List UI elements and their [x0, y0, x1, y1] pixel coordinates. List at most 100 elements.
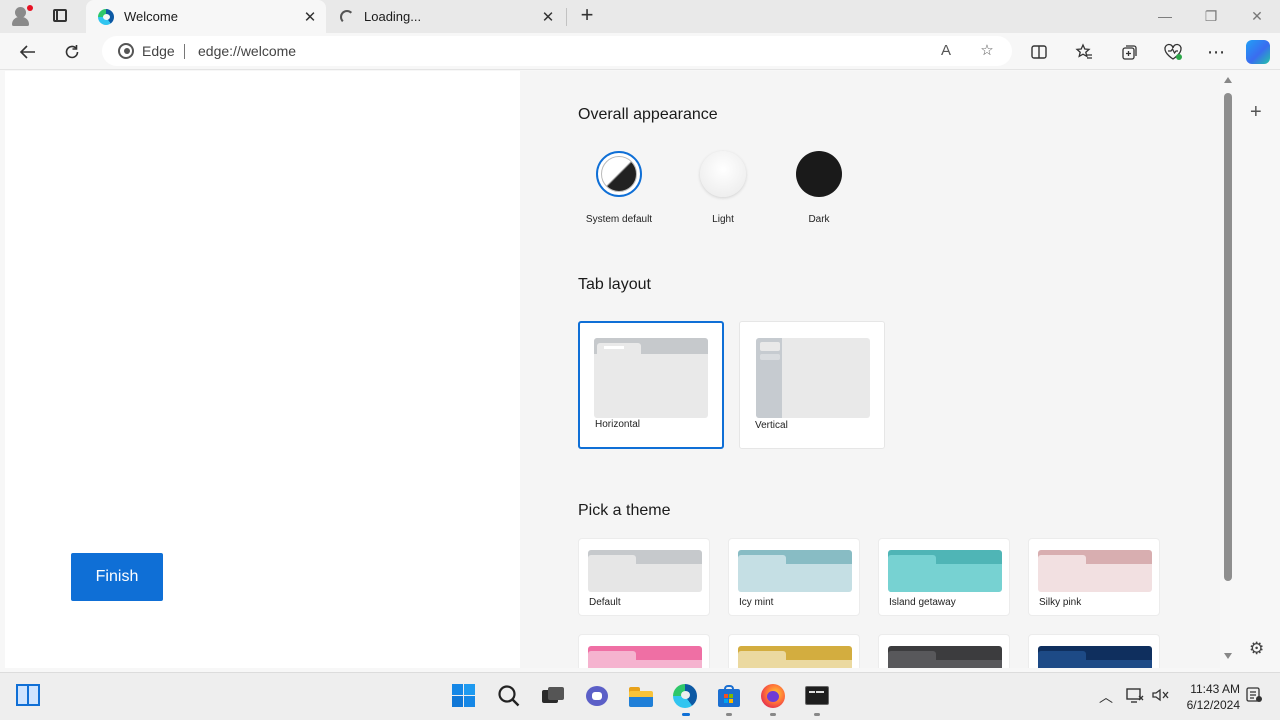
tab-title: Loading...	[364, 9, 422, 24]
theme-card[interactable]: Default	[578, 538, 710, 616]
scroll-thumb[interactable]	[1224, 93, 1232, 581]
close-window-button[interactable]: ✕	[1242, 6, 1272, 26]
tab-layout-horizontal[interactable]: Horizontal	[578, 321, 724, 449]
horizontal-preview	[594, 338, 708, 418]
theme-label: Silky pink	[1039, 597, 1082, 608]
theme-card[interactable]: Icy mint	[728, 538, 860, 616]
show-hidden-icons-chevron-icon[interactable]: ︿	[1099, 687, 1113, 707]
favorite-star-icon[interactable]: ☆	[977, 41, 997, 61]
file-explorer-icon[interactable]	[628, 683, 654, 709]
microsoft-store-icon[interactable]	[716, 683, 742, 709]
close-tab-icon[interactable]: ✕	[300, 7, 320, 27]
tab-actions-icon[interactable]	[50, 6, 72, 26]
edge-running-indicator	[682, 713, 690, 716]
back-button[interactable]	[15, 39, 41, 65]
appearance-system-default[interactable]: System default	[574, 151, 664, 225]
theme-preview	[888, 550, 1002, 592]
teams-chat-icon[interactable]	[584, 683, 610, 709]
loading-spinner-icon	[340, 9, 354, 24]
tab-loading[interactable]: Loading... ✕	[328, 0, 564, 33]
windows-taskbar: ︿ 11:43 AM 6/12/2024	[0, 672, 1280, 720]
edge-icon	[118, 43, 134, 59]
tab-layout-vertical[interactable]: Vertical	[739, 321, 885, 449]
volume-muted-icon[interactable]	[1151, 687, 1169, 706]
vertical-preview	[756, 338, 870, 418]
theme-label: Icy mint	[739, 597, 774, 608]
site-identity[interactable]: Edge	[142, 43, 175, 59]
theme-card[interactable]	[728, 634, 860, 668]
appearance-title: Overall appearance	[578, 106, 718, 123]
theme-card[interactable]	[878, 634, 1010, 668]
task-view-icon[interactable]	[540, 683, 566, 709]
terminal-running-indicator	[814, 713, 820, 716]
customize-panel: Overall appearance System default Light …	[520, 71, 1220, 668]
browser-essentials-icon[interactable]	[1160, 39, 1186, 65]
tab-welcome[interactable]: Welcome ✕	[86, 0, 326, 33]
theme-preview	[588, 550, 702, 592]
theme-label: Island getaway	[889, 597, 956, 608]
clock-date: 6/12/2024	[1186, 698, 1240, 712]
minimize-button[interactable]: —	[1150, 6, 1180, 26]
new-tab-button[interactable]: +	[576, 4, 598, 27]
firefox-icon[interactable]	[760, 683, 786, 709]
copilot-icon[interactable]	[1246, 40, 1270, 64]
firefox-running-indicator	[770, 713, 776, 716]
favorites-icon[interactable]	[1071, 39, 1097, 65]
welcome-left-panel: Finish	[5, 71, 520, 668]
notifications-icon[interactable]	[1245, 687, 1263, 706]
theme-label: Default	[589, 597, 621, 608]
scroll-down-arrow-icon[interactable]	[1224, 653, 1232, 659]
tab-title: Welcome	[124, 9, 178, 24]
theme-card[interactable]: Silky pink	[1028, 538, 1160, 616]
theme-card[interactable]	[1028, 634, 1160, 668]
theme-preview	[1038, 646, 1152, 668]
tab-layout-label: Horizontal	[595, 419, 641, 430]
appearance-label: Dark	[808, 214, 830, 225]
appearance-light[interactable]: Light	[678, 151, 768, 225]
address-divider	[184, 44, 185, 59]
dark-swatch	[796, 151, 842, 197]
edge-taskbar-icon[interactable]	[672, 683, 698, 709]
add-sidebar-app-icon[interactable]: +	[1250, 101, 1262, 124]
tab-layout-label: Vertical	[755, 420, 788, 431]
system-default-swatch	[596, 151, 642, 197]
edge-sidebar: + ⚙	[1238, 71, 1280, 668]
split-screen-icon[interactable]	[1026, 39, 1052, 65]
tab-divider	[566, 8, 567, 26]
refresh-button[interactable]	[59, 39, 85, 65]
system-clock[interactable]: 11:43 AM 6/12/2024	[1180, 681, 1240, 713]
collections-icon[interactable]	[1116, 39, 1142, 65]
theme-preview	[738, 550, 852, 592]
finish-button[interactable]: Finish	[71, 553, 163, 601]
appearance-dark[interactable]: Dark	[774, 151, 864, 225]
more-options-icon[interactable]: ⋯	[1203, 39, 1229, 65]
theme-card[interactable]: Island getaway	[878, 538, 1010, 616]
appearance-label: System default	[585, 214, 653, 225]
light-swatch	[700, 151, 746, 197]
theme-preview	[888, 646, 1002, 668]
theme-preview	[1038, 550, 1152, 592]
close-tab-icon[interactable]: ✕	[538, 7, 558, 27]
network-icon[interactable]	[1126, 687, 1144, 706]
start-menu-icon[interactable]	[451, 683, 477, 709]
appearance-label: Light	[712, 214, 734, 225]
url-text[interactable]: edge://welcome	[198, 43, 296, 59]
sidebar-settings-icon[interactable]: ⚙	[1249, 639, 1264, 659]
terminal-icon[interactable]	[804, 683, 830, 709]
scroll-up-arrow-icon[interactable]	[1224, 77, 1232, 83]
clock-time: 11:43 AM	[1190, 682, 1240, 696]
search-icon[interactable]	[496, 683, 522, 709]
theme-title: Pick a theme	[578, 502, 671, 519]
theme-card[interactable]	[578, 634, 710, 668]
restore-button[interactable]: ❐	[1196, 6, 1226, 26]
address-bar[interactable]: Edge edge://welcome A ☆	[102, 36, 1012, 66]
widgets-icon[interactable]	[15, 683, 41, 709]
read-aloud-icon[interactable]: A	[936, 41, 956, 61]
theme-preview	[738, 646, 852, 668]
navigation-toolbar: Edge edge://welcome A ☆ ⋯	[0, 33, 1280, 70]
profile-icon[interactable]	[8, 4, 34, 28]
theme-preview	[588, 646, 702, 668]
page-scrollbar[interactable]	[1220, 71, 1236, 668]
store-running-indicator	[726, 713, 732, 716]
edge-favicon-icon	[98, 8, 114, 25]
